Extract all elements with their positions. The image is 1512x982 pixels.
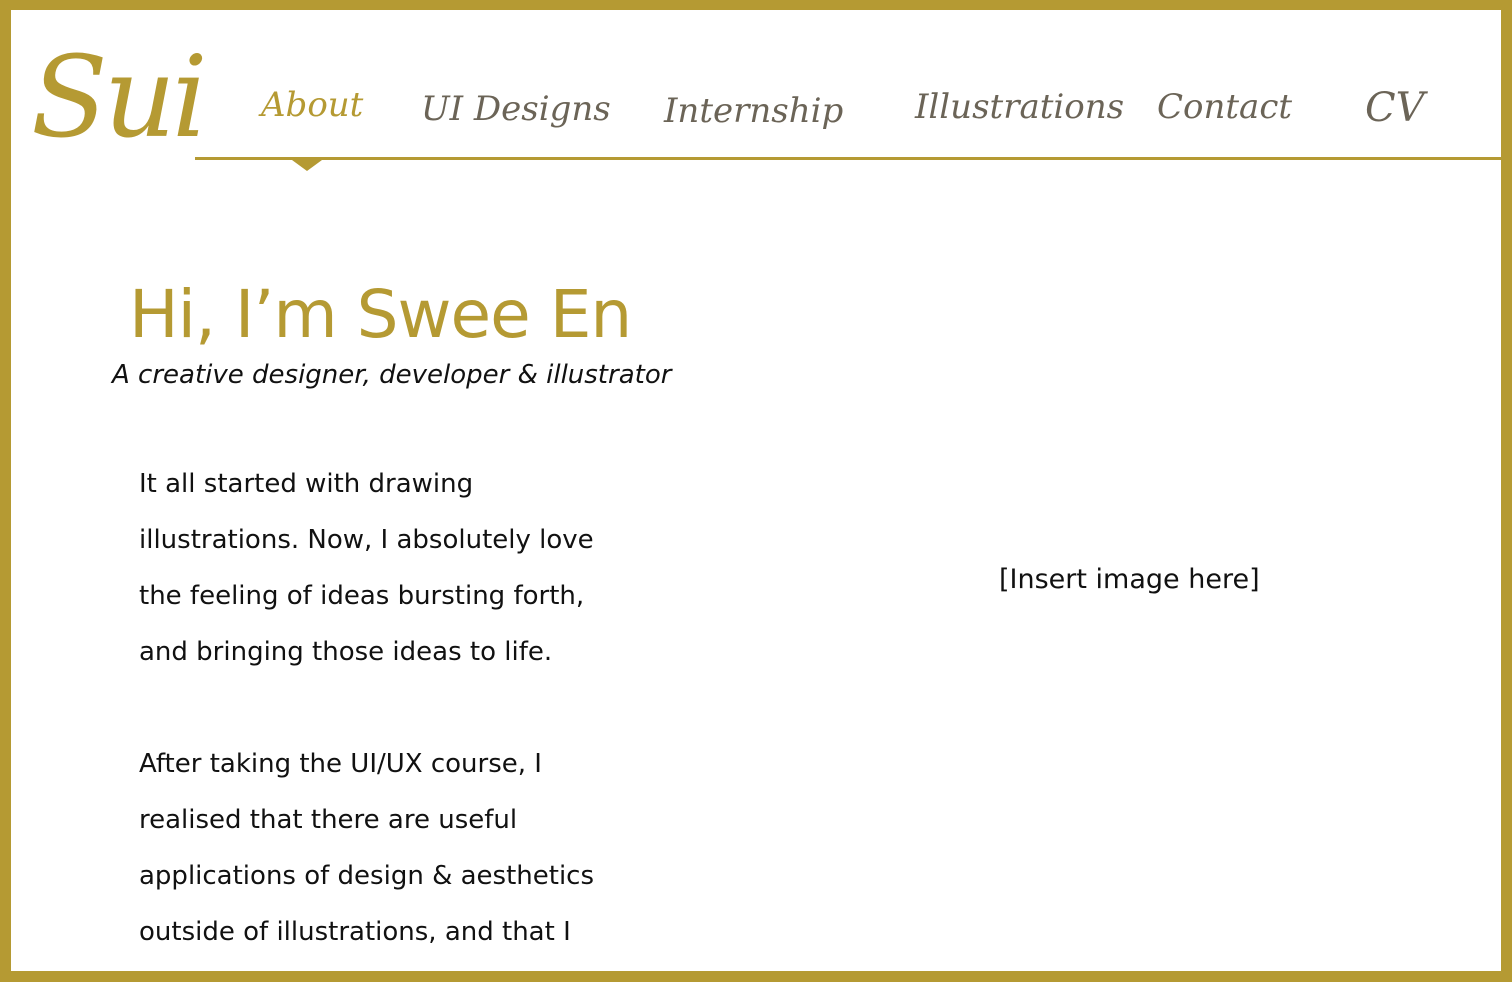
intro-paragraph-1-line: It all started with drawing <box>139 469 474 499</box>
logo[interactable]: Sui <box>31 42 208 154</box>
intro-paragraph-1-line: the feeling of ideas bursting forth, <box>139 581 585 611</box>
page-subtitle: A creative designer, developer & illustr… <box>112 360 672 390</box>
nav-item-about[interactable]: About <box>261 88 363 122</box>
intro-paragraph-1: It all started with drawing illustration… <box>139 456 679 680</box>
nav-divider <box>195 157 1501 160</box>
intro-paragraph-2-line: applications of design & aesthetics <box>139 861 595 891</box>
intro-paragraph-2: After taking the UI/UX course, I realise… <box>139 736 679 960</box>
nav-item-illustrations[interactable]: Illustrations <box>915 90 1124 124</box>
intro-paragraph-2-line: realised that there are useful <box>139 805 518 835</box>
nav-item-internship[interactable]: Internship <box>664 94 843 128</box>
nav-item-cv[interactable]: CV <box>1365 88 1425 128</box>
intro-paragraph-2-line: outside of illustrations, and that I <box>139 917 571 947</box>
image-placeholder: [Insert image here] <box>999 564 1260 595</box>
intro-paragraph-2-line: After taking the UI/UX course, I <box>139 749 542 779</box>
intro-paragraph-1-line: illustrations. Now, I absolutely love <box>139 525 594 555</box>
page-title: Hi, I’m Swee En <box>129 276 632 353</box>
nav-item-contact[interactable]: Contact <box>1157 90 1292 124</box>
nav-item-ui-designs[interactable]: UI Designs <box>421 92 611 126</box>
intro-paragraph-1-line: and bringing those ideas to life. <box>139 637 553 667</box>
page-frame: Sui About UI Designs Internship Illustra… <box>0 0 1512 982</box>
active-nav-indicator <box>292 160 322 171</box>
